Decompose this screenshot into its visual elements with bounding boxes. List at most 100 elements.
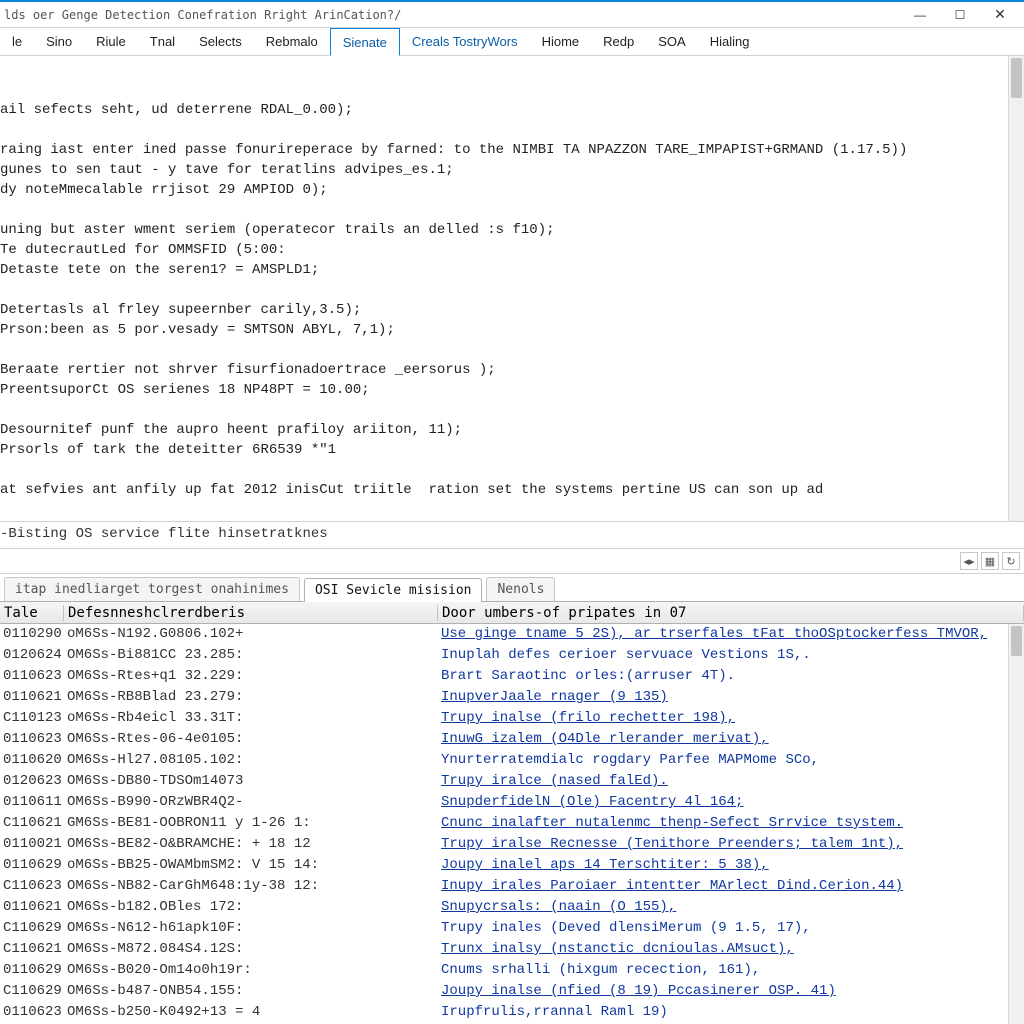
table-row[interactable]: C110623OM6Ss-NB82-CarGhM648:1y-38 12:Inu… — [0, 876, 1024, 897]
cell-desc: SnupderfidelN (Ole) Facentry 4l 164; — [438, 792, 1024, 813]
tab-1[interactable]: OSI Sevicle misision — [304, 578, 483, 602]
maximize-button[interactable]: ☐ — [940, 3, 980, 27]
menu-item-10[interactable]: SOA — [646, 28, 697, 55]
menu-item-1[interactable]: Sino — [34, 28, 84, 55]
cell-desc: Trupy iralce (nased falEd). — [438, 771, 1024, 792]
table-row[interactable]: C110621GM6Ss-BE81-OOBRON11 y 1-26 1:Cnun… — [0, 813, 1024, 834]
cell-def: oM6Ss-BB25-OWAMbmSM2: V 15 14: — [64, 855, 438, 876]
cell-def: OM6Ss-b182.OBles 172: — [64, 897, 438, 918]
cell-desc: Joupy inalse (nfied (8 19) Pccasinerer O… — [438, 981, 1024, 1002]
tab-bar: itap inedliarget torgest onahinimesOSI S… — [0, 574, 1024, 602]
cell-desc: Brart Saraotinc orles:(arruser 4T). — [438, 666, 1024, 687]
editor-pane[interactable]: ail sefects seht, ud deterrene RDAL_0.00… — [0, 56, 1024, 521]
menu-item-4[interactable]: Selects — [187, 28, 254, 55]
menu-item-0[interactable]: le — [0, 28, 34, 55]
minimize-button[interactable]: — — [900, 3, 940, 27]
table-row[interactable]: 0110621OM6Ss-RB8Blad 23.279:InupverJaale… — [0, 687, 1024, 708]
cell-id: 0110290 — [0, 624, 64, 645]
menu-item-3[interactable]: Tnal — [138, 28, 187, 55]
cell-desc: Inuplah defes cerioer servuace Vestions … — [438, 645, 1024, 666]
cell-def: OM6Ss-RB8Blad 23.279: — [64, 687, 438, 708]
window-title: lds oer Genge Detection Conefration Rrig… — [4, 8, 900, 22]
cell-def: OM6Ss-M872.084S4.12S: — [64, 939, 438, 960]
cell-def: OM6Ss-Rtes-06-4e0105: — [64, 729, 438, 750]
tab-2[interactable]: Nenols — [486, 577, 555, 601]
stepper-button[interactable]: ◂▸ — [960, 552, 978, 570]
editor-scroll-thumb[interactable] — [1011, 58, 1022, 98]
table-row[interactable]: 0110623OM6Ss-b250-K0492+13 = 4Irupfrulis… — [0, 1002, 1024, 1023]
cell-id: C110623 — [0, 876, 64, 897]
menu-item-2[interactable]: Riule — [84, 28, 138, 55]
menu-item-5[interactable]: Rebmalo — [254, 28, 330, 55]
cell-desc: Cnunc inalafter nutalenmc thenp-Sefect S… — [438, 813, 1024, 834]
cell-def: OM6Ss-b250-K0492+13 = 4 — [64, 1002, 438, 1023]
table-row[interactable]: 0110629oM6Ss-BB25-OWAMbmSM2: V 15 14:Jou… — [0, 855, 1024, 876]
titlebar: lds oer Genge Detection Conefration Rrig… — [0, 0, 1024, 28]
menu-item-6[interactable]: Sienate — [330, 28, 400, 56]
menu-item-11[interactable]: Hialing — [698, 28, 762, 55]
table-row[interactable]: 0110623OM6Ss-Rtes+q1 32.229:Brart Saraot… — [0, 666, 1024, 687]
cell-def: OM6Ss-Rtes+q1 32.229: — [64, 666, 438, 687]
cell-def: OM6Ss-BE82-O&BRAMCHE: + 18 12 — [64, 834, 438, 855]
grid-scrollbar[interactable] — [1008, 624, 1024, 1024]
cell-desc: Trupy inales (Deved dlensiMerum (9 1.5, … — [438, 918, 1024, 939]
menubar: leSinoRiuleTnalSelectsRebmaloSienateCrea… — [0, 28, 1024, 56]
cell-def: OM6Ss-Hl27.08105.102: — [64, 750, 438, 771]
table-row[interactable]: C110123oM6Ss-Rb4eicl 33.31T:Trupy inalse… — [0, 708, 1024, 729]
table-row[interactable]: C110629OM6Ss-b487-ONB54.155:Joupy inalse… — [0, 981, 1024, 1002]
cell-def: OM6Ss-b487-ONB54.155: — [64, 981, 438, 1002]
cell-def: GM6Ss-BE81-OOBRON11 y 1-26 1: — [64, 813, 438, 834]
table-row[interactable]: 0120624OM6Ss-Bi881CC 23.285:Inuplah defe… — [0, 645, 1024, 666]
table-row[interactable]: 0110290oM6Ss-N192.G0806.102+Use ginge tn… — [0, 624, 1024, 645]
cell-id: 0110620 — [0, 750, 64, 771]
cell-id: C110629 — [0, 918, 64, 939]
cell-id: 0120623 — [0, 771, 64, 792]
tool-button-1[interactable]: ▦ — [981, 552, 999, 570]
menu-item-7[interactable]: Creals TostryWors — [400, 28, 530, 55]
close-button[interactable]: ✕ — [980, 3, 1020, 27]
table-row[interactable]: 0110620OM6Ss-Hl27.08105.102:Ynurterratem… — [0, 750, 1024, 771]
cell-def: OM6Ss-B020-Om14o0h19r: — [64, 960, 438, 981]
cell-desc: Irupfrulis,rrannal Raml 19) — [438, 1002, 1024, 1023]
grid-scroll-thumb[interactable] — [1011, 626, 1022, 656]
cell-id: C110123 — [0, 708, 64, 729]
cell-id: 0110611 — [0, 792, 64, 813]
tool-button-2[interactable]: ↻ — [1002, 552, 1020, 570]
table-row[interactable]: C110629OM6Ss-N612-h61apk10F:Trupy inales… — [0, 918, 1024, 939]
editor-scrollbar[interactable] — [1008, 56, 1024, 521]
table-row[interactable]: C110621OM6Ss-M872.084S4.12S:Trunx inalsy… — [0, 939, 1024, 960]
column-header-defs[interactable]: Defesnneshclrerdberis — [64, 605, 438, 621]
cell-id: 0110623 — [0, 1002, 64, 1023]
mid-toolbar: ◂▸ ▦ ↻ — [0, 548, 1024, 574]
table-row[interactable]: 0110629OM6Ss-B020-Om14o0h19r:Cnums srhal… — [0, 960, 1024, 981]
cell-id: 0110021 — [0, 834, 64, 855]
cell-def: OM6Ss-B990-ORzWBR4Q2- — [64, 792, 438, 813]
cell-desc: Snupycrsals: (naain (O 155), — [438, 897, 1024, 918]
cell-id: 0110629 — [0, 960, 64, 981]
cell-def: OM6Ss-DB80-TDSOm14073 — [64, 771, 438, 792]
cell-desc: Joupy inalel aps 14 Terschtiter: 5 38), — [438, 855, 1024, 876]
table-row[interactable]: 0120623OM6Ss-DB80-TDSOm14073Trupy iralce… — [0, 771, 1024, 792]
cell-desc: Cnums srhalli (hixgum recection, 161), — [438, 960, 1024, 981]
cell-id: C110621 — [0, 939, 64, 960]
table-row[interactable]: 0110623OM6Ss-Rtes-06-4e0105:InuwG izalem… — [0, 729, 1024, 750]
table-row[interactable]: 0110621OM6Ss-b182.OBles 172:Snupycrsals:… — [0, 897, 1024, 918]
cell-id: 0110621 — [0, 687, 64, 708]
cell-desc: Trupy iralse Recnesse (Tenithore Preende… — [438, 834, 1024, 855]
result-grid[interactable]: 0110290oM6Ss-N192.G0806.102+Use ginge tn… — [0, 624, 1024, 1024]
cell-def: oM6Ss-N192.G0806.102+ — [64, 624, 438, 645]
cell-desc: Trupy inalse (frilo rechetter 198), — [438, 708, 1024, 729]
column-header-tale[interactable]: Tale — [0, 605, 64, 621]
table-row[interactable]: 0110021OM6Ss-BE82-O&BRAMCHE: + 18 12Trup… — [0, 834, 1024, 855]
menu-item-9[interactable]: Redp — [591, 28, 646, 55]
menu-item-8[interactable]: Hiome — [530, 28, 592, 55]
table-row[interactable]: 0110611OM6Ss-B990-ORzWBR4Q2-Snupderfidel… — [0, 792, 1024, 813]
column-header-door[interactable]: Door umbers-of pripates in 07 — [438, 605, 1024, 621]
cell-id: 0110621 — [0, 897, 64, 918]
cell-def: OM6Ss-NB82-CarGhM648:1y-38 12: — [64, 876, 438, 897]
cell-desc: InupverJaale rnager (9 135) — [438, 687, 1024, 708]
cell-def: OM6Ss-N612-h61apk10F: — [64, 918, 438, 939]
cell-desc: InuwG izalem (O4Dle rlerander merivat), — [438, 729, 1024, 750]
tab-0[interactable]: itap inedliarget torgest onahinimes — [4, 577, 300, 601]
cell-id: 0110623 — [0, 666, 64, 687]
